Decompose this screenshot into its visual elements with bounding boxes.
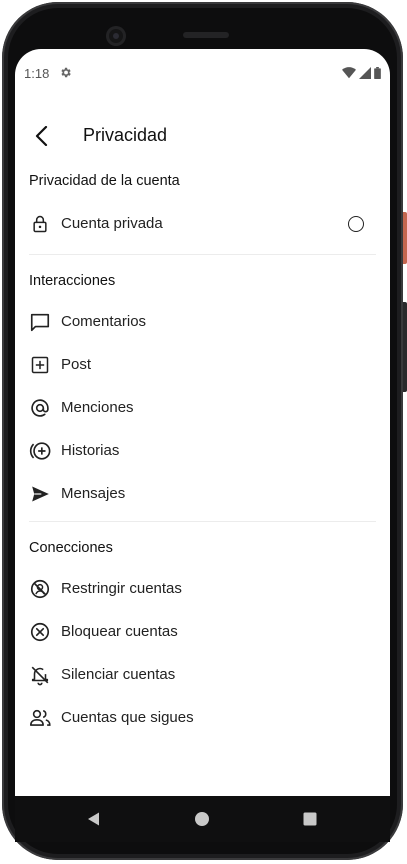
row-block[interactable]: Bloquear cuentas (15, 610, 390, 653)
row-label: Bloquear cuentas (61, 623, 178, 640)
nav-back-icon[interactable] (86, 811, 102, 827)
row-mute[interactable]: Silenciar cuentas (15, 653, 390, 696)
front-camera (106, 26, 126, 46)
private-account-radio[interactable] (348, 215, 364, 232)
row-post[interactable]: Post (15, 343, 390, 386)
section-title-interactions: Interacciones (29, 273, 116, 289)
row-label: Mensajes (61, 485, 126, 502)
row-label: Menciones (61, 399, 134, 416)
row-label: Historias (61, 442, 120, 459)
navigation-bar (15, 796, 390, 842)
signal-icon (359, 67, 371, 79)
row-label: Comentarios (61, 313, 147, 330)
power-button (403, 212, 407, 264)
row-comments[interactable]: Comentarios (15, 300, 390, 343)
row-restrict[interactable]: Restringir cuentas (15, 567, 390, 610)
send-icon (28, 482, 52, 506)
row-label: Silenciar cuentas (61, 666, 176, 683)
lock-icon (28, 212, 52, 236)
row-mentions[interactable]: Menciones (15, 386, 390, 429)
at-sign-icon (28, 396, 52, 420)
status-icons (342, 67, 381, 79)
block-icon (28, 620, 52, 644)
nav-recents-icon[interactable] (302, 811, 318, 827)
battery-icon (374, 67, 381, 79)
gear-icon (61, 67, 71, 78)
back-arrow-icon (35, 126, 48, 146)
comment-icon (28, 310, 52, 334)
earpiece-speaker (183, 32, 229, 38)
divider (29, 254, 376, 255)
add-story-icon (28, 439, 52, 463)
row-label: Restringir cuentas (61, 580, 182, 597)
app-bar: Privacidad (15, 113, 390, 159)
row-private-account[interactable]: Cuenta privada (15, 202, 390, 245)
row-label: Post (61, 356, 92, 373)
status-time: 1:18 (24, 66, 50, 81)
row-label: Cuenta privada (61, 215, 163, 232)
section-title-connections: Conecciones (29, 540, 113, 556)
mute-bell-icon (28, 663, 52, 687)
section-title-account: Privacidad de la cuenta (29, 173, 180, 189)
nav-home-icon[interactable] (194, 811, 210, 827)
row-label: Cuentas que sigues (61, 709, 194, 726)
volume-button (403, 302, 407, 392)
back-button[interactable] (29, 123, 55, 149)
row-messages[interactable]: Mensajes (15, 472, 390, 515)
wifi-icon (342, 67, 356, 79)
people-icon (28, 706, 52, 730)
screen: 1:18 Privacidad Privacidad de la cuenta (15, 49, 390, 796)
status-bar: 1:18 (15, 49, 390, 97)
row-following[interactable]: Cuentas que sigues (15, 696, 390, 739)
row-stories[interactable]: Historias (15, 429, 390, 472)
page-title: Privacidad (83, 125, 168, 145)
add-box-icon (28, 353, 52, 377)
restrict-icon (28, 577, 52, 601)
divider (29, 521, 376, 522)
